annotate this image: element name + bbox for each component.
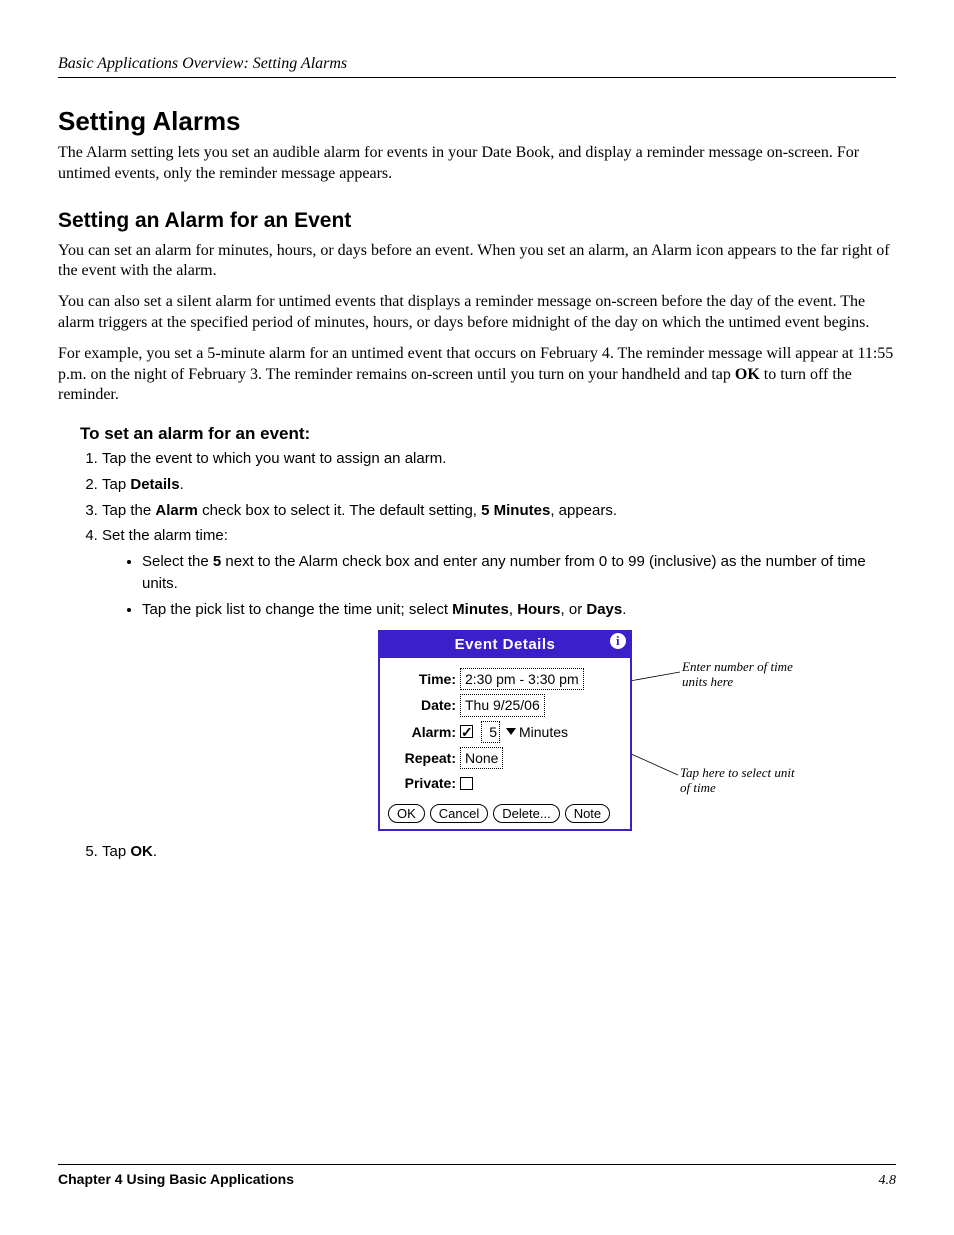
step-2b: Details — [130, 476, 179, 493]
steps-list: Tap the event to which you want to assig… — [80, 448, 896, 863]
row-repeat: Repeat: None — [388, 747, 622, 769]
ok-button[interactable]: OK — [388, 804, 425, 823]
p3-ok: OK — [735, 366, 760, 383]
body-paragraph-3: For example, you set a 5-minute alarm fo… — [58, 344, 896, 406]
page-title: Setting Alarms — [58, 106, 896, 137]
step-2c: . — [180, 476, 184, 493]
step-3b: Alarm — [155, 502, 198, 519]
delete-button[interactable]: Delete... — [493, 804, 559, 823]
footer-page-number: 4.8 — [879, 1173, 897, 1189]
dialog-title-bar: Event Details i — [380, 632, 630, 658]
cancel-button[interactable]: Cancel — [430, 804, 488, 823]
time-value[interactable]: 2:30 pm - 3:30 pm — [460, 668, 584, 690]
s4-2f: Days — [586, 601, 622, 618]
step-5c: . — [153, 843, 157, 860]
footer-rule — [58, 1164, 896, 1165]
callout-unit: Tap here to select unit of time — [680, 766, 800, 796]
s4-2e: , or — [561, 601, 587, 618]
running-header: Basic Applications Overview: Setting Ala… — [58, 55, 896, 73]
header-rule — [58, 77, 896, 78]
step-4-2: Tap the pick list to change the time uni… — [142, 599, 896, 621]
s4-1c: next to the Alarm check box and enter an… — [142, 553, 866, 592]
event-details-dialog: Event Details i Time: 2:30 pm - 3:30 pm … — [378, 630, 632, 830]
s4-1a: Select the — [142, 553, 213, 570]
step-3c: check box to select it. The default sett… — [198, 502, 481, 519]
dialog-buttons: OK Cancel Delete... Note — [388, 804, 622, 823]
date-value[interactable]: Thu 9/25/06 — [460, 694, 545, 716]
step-4: Set the alarm time: Select the 5 next to… — [102, 525, 896, 835]
row-time: Time: 2:30 pm - 3:30 pm — [388, 668, 622, 690]
note-button[interactable]: Note — [565, 804, 610, 823]
step-4-1: Select the 5 next to the Alarm check box… — [142, 551, 896, 595]
step-5: Tap OK. — [102, 841, 896, 863]
step-5a: Tap — [102, 843, 130, 860]
info-icon[interactable]: i — [610, 633, 626, 649]
step-2: Tap Details. — [102, 474, 896, 496]
dialog-title-text: Event Details — [455, 636, 556, 653]
repeat-value[interactable]: None — [460, 747, 503, 769]
step-1: Tap the event to which you want to assig… — [102, 448, 896, 470]
page-footer: Chapter 4 Using Basic Applications 4.8 — [58, 1164, 896, 1189]
s4-2c: , — [509, 601, 517, 618]
step-4-sublist: Select the 5 next to the Alarm check box… — [122, 551, 896, 620]
date-label: Date: — [388, 695, 460, 715]
dialog-body: Time: 2:30 pm - 3:30 pm Date: Thu 9/25/0… — [380, 658, 630, 828]
s4-2d: Hours — [517, 601, 560, 618]
step-3a: Tap the — [102, 502, 155, 519]
s4-2g: . — [622, 601, 626, 618]
step-2a: Tap — [102, 476, 130, 493]
step-5b: OK — [130, 843, 153, 860]
s4-2a: Tap the pick list to change the time uni… — [142, 601, 452, 618]
alarm-unit-picklist[interactable]: Minutes — [519, 722, 568, 742]
footer-chapter: Chapter 4 Using Basic Applications — [58, 1171, 294, 1187]
s4-1b: 5 — [213, 553, 221, 570]
step-4-text: Set the alarm time: — [102, 527, 228, 544]
s4-2b: Minutes — [452, 601, 509, 618]
body-paragraph-1: You can set an alarm for minutes, hours,… — [58, 241, 896, 283]
private-checkbox[interactable] — [460, 777, 473, 790]
step-3e: , appears. — [550, 502, 617, 519]
time-label: Time: — [388, 669, 460, 689]
private-label: Private: — [388, 773, 460, 793]
subsection-title: Setting an Alarm for an Event — [58, 209, 896, 233]
row-private: Private: — [388, 773, 622, 793]
step-3d: 5 Minutes — [481, 502, 550, 519]
chevron-down-icon[interactable] — [506, 728, 516, 735]
intro-paragraph: The Alarm setting lets you set an audibl… — [58, 143, 896, 185]
task-title: To set an alarm for an event: — [80, 424, 896, 444]
alarm-number-field[interactable]: 5 — [481, 721, 500, 743]
row-date: Date: Thu 9/25/06 — [388, 694, 622, 716]
callout-number: Enter number of time units here — [682, 660, 802, 690]
row-alarm: Alarm: 5 Minutes — [388, 721, 622, 743]
alarm-checkbox[interactable] — [460, 725, 473, 738]
figure: Event Details i Time: 2:30 pm - 3:30 pm … — [262, 630, 954, 835]
repeat-label: Repeat: — [388, 748, 460, 768]
step-3: Tap the Alarm check box to select it. Th… — [102, 500, 896, 522]
body-paragraph-2: You can also set a silent alarm for unti… — [58, 292, 896, 334]
alarm-label: Alarm: — [388, 722, 460, 742]
